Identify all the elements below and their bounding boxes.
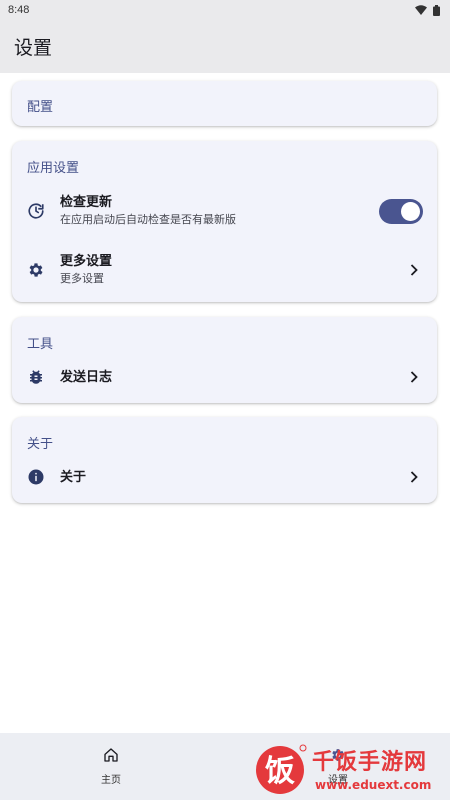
page-title: 设置 [14,38,53,59]
chevron-right-icon [410,264,418,276]
info-icon [27,468,45,486]
check-update-text: 检查更新 在应用启动后自动检查是否有最新版 [60,194,236,228]
settings-content: 配置 应用设置 检查更新 在应用启动后自动检查是否有最新版 更多设置 更多设置 … [0,73,450,733]
battery-icon [433,4,440,16]
more-settings-subtitle: 更多设置 [60,273,104,285]
check-update-toggle[interactable] [379,199,423,224]
home-icon [104,748,118,762]
tools-card: 工具 发送日志 [12,317,437,403]
watermark-text: 千饭手游网 [312,750,428,775]
watermark-logo: 饭 [256,744,307,794]
nav-home[interactable]: 主页 [71,733,151,800]
status-time: 8:48 [8,4,30,16]
status-icons [415,4,440,16]
send-log-row[interactable]: 发送日志 [12,357,437,397]
check-update-subtitle: 在应用启动后自动检查是否有最新版 [60,214,236,226]
watermark-url: www.eduext.com [315,778,432,792]
about-text: 关于 [60,469,86,485]
gear-icon [27,261,45,279]
send-log-text: 发送日志 [60,369,112,385]
tools-title: 工具 [27,336,54,351]
about-item-title: 关于 [60,469,87,484]
nav-home-label: 主页 [101,775,121,786]
more-settings-text: 更多设置 更多设置 [60,253,112,287]
config-card[interactable]: 配置 [12,81,437,126]
check-update-title: 检查更新 [60,194,113,209]
app-settings-card: 应用设置 检查更新 在应用启动后自动检查是否有最新版 更多设置 更多设置 [12,141,437,302]
watermark: 饭 千饭手游网 www.eduext.com [252,736,442,800]
status-bar: 8:48 [0,0,450,20]
app-settings-title: 应用设置 [27,160,80,175]
wifi-icon [415,5,427,15]
about-card: 关于 关于 [12,417,437,503]
watermark-logo-char: 饭 [265,754,295,789]
chevron-right-icon [410,471,418,483]
check-update-row[interactable]: 检查更新 在应用启动后自动检查是否有最新版 [12,185,437,237]
chevron-right-icon [410,371,418,383]
bug-icon [27,368,45,386]
config-card-title: 配置 [27,99,54,114]
toggle-knob [401,202,420,221]
app-bar: 设置 [0,20,450,73]
more-settings-row[interactable]: 更多设置 更多设置 [12,245,437,295]
send-log-title: 发送日志 [60,369,113,384]
more-settings-title: 更多设置 [60,253,113,268]
about-title: 关于 [27,436,54,451]
update-clock-icon [27,202,45,220]
about-row[interactable]: 关于 [12,457,437,497]
